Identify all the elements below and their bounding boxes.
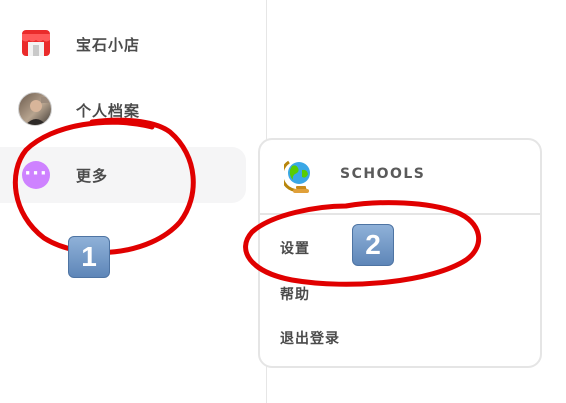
schools-label: SCHOOLS bbox=[340, 166, 426, 182]
annotation-badge-1: 1 bbox=[68, 236, 110, 278]
avatar bbox=[18, 92, 52, 126]
globe-icon bbox=[284, 160, 310, 193]
schools-header[interactable]: SCHOOLS bbox=[260, 140, 540, 215]
annotation-badge-2: 2 bbox=[352, 224, 394, 266]
sidebar-item-profile-label: 个人档案 bbox=[76, 102, 141, 120]
sidebar-item-shop-label: 宝石小店 bbox=[76, 36, 141, 54]
more-popup-menu: SCHOOLS 设置 帮助 退出登录 bbox=[258, 138, 542, 368]
settings-menu-item[interactable]: 设置 bbox=[280, 238, 310, 258]
sidebar-item-more-label: 更多 bbox=[76, 167, 109, 185]
help-menu-item[interactable]: 帮助 bbox=[280, 284, 310, 304]
sidebar-item-more[interactable]: ··· 更多 bbox=[0, 147, 246, 203]
more-icon: ··· bbox=[22, 161, 50, 189]
shop-icon bbox=[22, 30, 50, 56]
sidebar-item-profile[interactable]: 个人档案 bbox=[0, 80, 246, 136]
logout-menu-item[interactable]: 退出登录 bbox=[280, 328, 340, 348]
sidebar-item-shop[interactable]: 宝石小店 bbox=[0, 14, 246, 70]
